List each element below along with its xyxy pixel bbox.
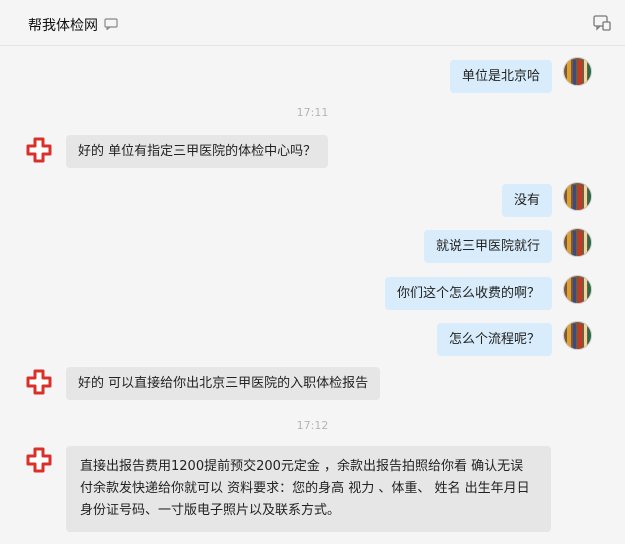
chat-window: 帮我体检网 单位是北京哈 17:11 好的 单位有指定三甲医院的体检中心吗？ 没… xyxy=(0,0,625,544)
message-outgoing[interactable]: 单位是北京哈 xyxy=(449,60,552,93)
message-incoming[interactable]: 好的 可以直接给你出北京三甲医院的入职体检报告 xyxy=(66,367,381,400)
timestamp: 17:12 xyxy=(296,419,329,432)
user-avatar[interactable] xyxy=(563,182,592,211)
message-outgoing[interactable]: 就说三甲医院就行 xyxy=(423,230,552,263)
message-incoming[interactable]: 好的 单位有指定三甲医院的体检中心吗？ xyxy=(66,135,329,168)
user-avatar[interactable] xyxy=(563,275,592,304)
user-avatar[interactable] xyxy=(563,57,592,86)
chat-bubble-icon[interactable] xyxy=(104,18,118,30)
message-outgoing[interactable]: 没有 xyxy=(501,184,552,217)
red-cross-icon[interactable] xyxy=(26,369,52,395)
chat-window-icon[interactable] xyxy=(593,15,611,31)
chat-title: 帮我体检网 xyxy=(28,18,98,34)
chat-header: 帮我体检网 xyxy=(0,0,625,46)
message-outgoing[interactable]: 你们这个怎么收费的啊？ xyxy=(384,277,552,310)
red-cross-icon[interactable] xyxy=(26,447,52,473)
message-incoming[interactable]: 直接出报告费用1200提前预交200元定金 ，余款出报告拍照给你看 确认无误 付… xyxy=(66,446,551,532)
user-avatar[interactable] xyxy=(563,228,592,257)
message-outgoing[interactable]: 怎么个流程呢？ xyxy=(436,323,552,356)
user-avatar[interactable] xyxy=(563,321,592,350)
timestamp: 17:11 xyxy=(296,106,329,119)
red-cross-icon[interactable] xyxy=(26,137,52,163)
